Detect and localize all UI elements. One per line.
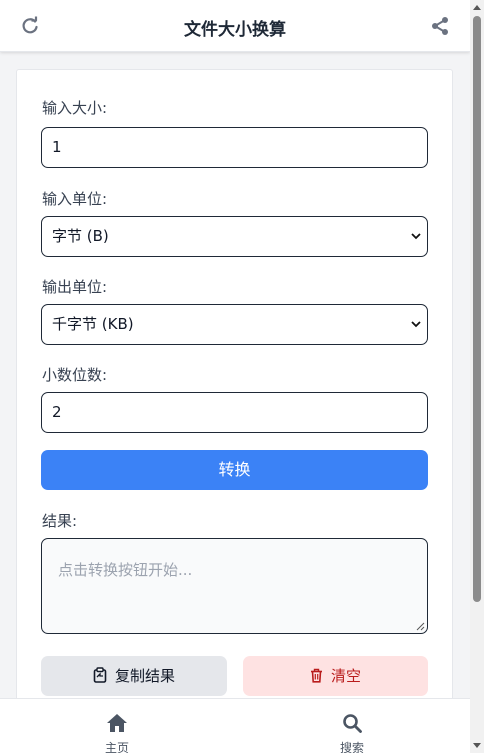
scroll-up-arrow-icon[interactable] — [473, 4, 481, 12]
input-unit-value: 字节 (B) — [52, 227, 109, 245]
size-label: 输入大小: — [42, 99, 108, 117]
result-textarea[interactable]: 点击转换按钮开始... — [41, 538, 428, 634]
resize-grip-icon[interactable] — [415, 621, 425, 631]
nav-home-label: 主页 — [104, 741, 129, 753]
trash-icon — [310, 668, 322, 683]
share-icon[interactable] — [430, 16, 450, 36]
size-input[interactable]: 1 — [41, 127, 428, 168]
copy-result-label: 复制结果 — [114, 667, 175, 685]
bottom-nav: 主页 搜索 — [0, 698, 470, 753]
copy-result-button[interactable]: 复制结果 — [41, 656, 227, 696]
decimals-label: 小数位数: — [42, 366, 108, 384]
output-unit-label: 输出单位: — [42, 278, 108, 296]
chevron-down-icon — [411, 321, 421, 328]
nav-item-search[interactable]: 搜索 — [322, 713, 382, 753]
search-icon — [343, 714, 362, 733]
output-unit-value: 千字节 (KB) — [52, 315, 134, 333]
chevron-down-icon — [411, 233, 421, 240]
input-unit-select[interactable]: 字节 (B) — [41, 216, 428, 257]
clear-button[interactable]: 清空 — [243, 656, 428, 696]
converter-card: 输入大小: 1 输入单位: 字节 (B) 输出单位: 千字节 (KB) 小数位数… — [16, 69, 453, 709]
home-icon — [107, 714, 127, 732]
output-unit-select[interactable]: 千字节 (KB) — [41, 304, 428, 345]
clipboard-icon — [93, 667, 107, 683]
result-label: 结果: — [42, 512, 78, 530]
app-root: 文件大小换算 输入大小: 1 输入单位: 字节 (B) 输出单位: 千字节 (K… — [0, 0, 484, 753]
scroll-down-arrow-icon[interactable] — [473, 741, 481, 749]
nav-search-label: 搜索 — [339, 741, 364, 753]
convert-button[interactable]: 转换 — [41, 450, 428, 490]
scroll-thumb[interactable] — [473, 16, 481, 602]
page-title: 文件大小换算 — [184, 20, 286, 40]
input-unit-label: 输入单位: — [42, 190, 108, 208]
result-placeholder: 点击转换按钮开始... — [58, 561, 193, 579]
nav-item-home[interactable]: 主页 — [87, 713, 147, 753]
top-header: 文件大小换算 — [0, 0, 470, 52]
decimals-input[interactable]: 2 — [41, 392, 428, 433]
vertical-scrollbar[interactable] — [470, 0, 484, 753]
clear-label: 清空 — [330, 667, 361, 685]
